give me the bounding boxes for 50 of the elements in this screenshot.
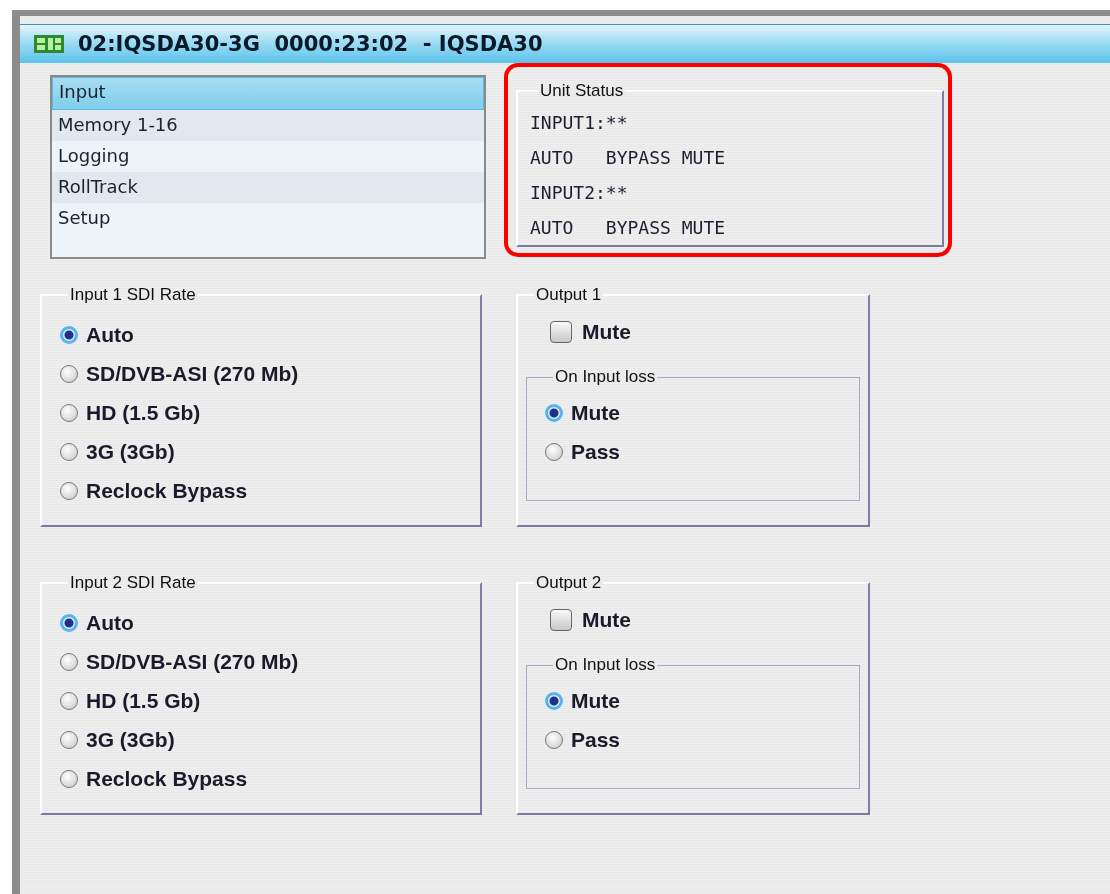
option-label[interactable]: Auto — [86, 322, 134, 347]
list-item[interactable]: Setup — [52, 203, 484, 234]
option-label[interactable]: Mute — [571, 688, 620, 713]
checkbox-label[interactable]: Mute — [582, 320, 631, 344]
radio-button[interactable] — [60, 403, 78, 422]
panel-title: Output 1 — [535, 285, 603, 305]
option-label[interactable]: Reclock Bypass — [86, 766, 248, 791]
option-label[interactable]: 3G (3Gb) — [86, 727, 175, 752]
option-label[interactable]: SD/DVB-ASI (270 Mb) — [86, 649, 299, 674]
option-label[interactable]: Mute — [571, 400, 620, 425]
list-item[interactable]: Input — [52, 77, 484, 110]
radio-button[interactable] — [60, 481, 78, 500]
radio-button[interactable] — [60, 364, 78, 383]
option-label[interactable]: Pass — [571, 439, 621, 464]
option-label[interactable]: SD/DVB-ASI (270 Mb) — [86, 361, 299, 386]
radio-button[interactable] — [60, 613, 78, 632]
radio-button[interactable] — [60, 769, 78, 788]
panel-title: Input 1 SDI Rate — [69, 285, 197, 305]
radio-button[interactable] — [60, 442, 78, 461]
status-line: INPUT1:** — [530, 111, 629, 135]
panel-title: Output 2 — [535, 573, 603, 593]
window-title: 02:IQSDA30-3G 0000:23:02 - IQSDA30 — [78, 32, 543, 56]
option-label[interactable]: HD (1.5 Gb) — [86, 688, 201, 713]
panel-title: Unit Status — [539, 81, 625, 101]
option-label[interactable]: Reclock Bypass — [86, 478, 248, 503]
option-label[interactable]: HD (1.5 Gb) — [86, 400, 201, 425]
radio-button[interactable] — [545, 442, 563, 461]
list-item[interactable]: Logging — [52, 141, 484, 172]
radio-button[interactable] — [545, 403, 563, 422]
panel-title: Input 2 SDI Rate — [69, 573, 197, 593]
radio-button[interactable] — [545, 691, 563, 710]
group-title: On Input loss — [554, 367, 657, 387]
status-line: AUTO BYPASS MUTE — [530, 216, 727, 240]
circuit-board-icon — [34, 35, 64, 53]
option-label[interactable]: 3G (3Gb) — [86, 439, 175, 464]
status-line: AUTO BYPASS MUTE — [530, 146, 727, 170]
radio-button[interactable] — [545, 730, 563, 749]
radio-button[interactable] — [60, 652, 78, 671]
list-item[interactable]: RollTrack — [52, 172, 484, 203]
group-title: On Input loss — [554, 655, 657, 675]
status-line: INPUT2:** — [530, 181, 629, 205]
checkbox[interactable] — [550, 609, 572, 631]
checkbox[interactable] — [550, 321, 572, 343]
list-item[interactable]: Memory 1-16 — [52, 110, 484, 141]
option-label[interactable]: Auto — [86, 610, 134, 635]
radio-button[interactable] — [60, 325, 78, 344]
checkbox-label[interactable]: Mute — [582, 608, 631, 632]
radio-button[interactable] — [60, 691, 78, 710]
option-label[interactable]: Pass — [571, 727, 621, 752]
radio-button[interactable] — [60, 730, 78, 749]
